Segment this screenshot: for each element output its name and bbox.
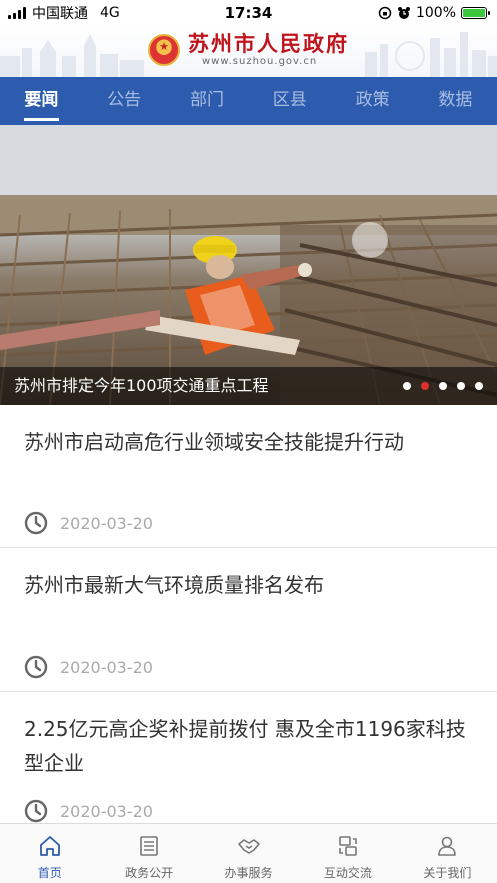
- carousel-dot[interactable]: [403, 382, 411, 390]
- alarm-icon: [397, 7, 410, 19]
- nav-home[interactable]: 首页: [0, 824, 99, 883]
- network-type: 4G: [100, 5, 120, 21]
- carousel-dots: [403, 382, 483, 390]
- battery-percent: 100%: [415, 5, 456, 21]
- app-header: 苏州市人民政府 www.suzhou.gov.cn: [0, 26, 497, 77]
- nav-government-affairs[interactable]: 政务公开: [99, 824, 198, 883]
- site-url: www.suzhou.gov.cn: [202, 56, 318, 67]
- logo: 苏州市人民政府 www.suzhou.gov.cn: [148, 32, 349, 68]
- status-bar: 中国联通 4G 17:34 100%: [0, 0, 497, 26]
- news-title: 苏州市最新大气环境质量排名发布: [24, 573, 324, 597]
- carousel-dot[interactable]: [439, 382, 447, 390]
- signal-icon: [8, 7, 26, 19]
- news-item[interactable]: 苏州市最新大气环境质量排名发布 2020-03-20: [0, 548, 497, 692]
- rotation-lock-icon: [378, 6, 392, 20]
- carousel-dot[interactable]: [457, 382, 465, 390]
- nav-about[interactable]: 关于我们: [398, 824, 497, 883]
- handshake-icon: [237, 839, 260, 854]
- news-title: 苏州市启动高危行业领域安全技能提升行动: [24, 430, 404, 454]
- news-item[interactable]: 2.25亿元高企奖补提前拨付 惠及全市1196家科技型企业 2020-03-20: [0, 692, 497, 824]
- bottom-nav: 首页 政务公开 办事服务 互动交流 关于我们: [0, 823, 497, 883]
- clock-icon: [24, 655, 48, 679]
- news-date: 2020-03-20: [60, 657, 153, 677]
- carrier-name: 中国联通: [32, 6, 88, 22]
- nav-label: 关于我们: [423, 866, 472, 880]
- news-meta: 2020-03-20: [24, 655, 153, 679]
- status-right: 100%: [378, 5, 490, 21]
- nav-interaction[interactable]: 互动交流: [298, 824, 397, 883]
- news-date: 2020-03-20: [60, 801, 153, 821]
- tab-data[interactable]: 数据: [414, 77, 497, 125]
- news-item[interactable]: 苏州市启动高危行业领域安全技能提升行动 2020-03-20: [0, 405, 497, 548]
- nav-services[interactable]: 办事服务: [199, 824, 298, 883]
- user-icon: [438, 836, 457, 856]
- banner-image: [0, 125, 497, 405]
- news-list: 苏州市启动高危行业领域安全技能提升行动 2020-03-20 苏州市最新大气环境…: [0, 405, 497, 824]
- tab-districts[interactable]: 区县: [248, 77, 331, 125]
- home-icon: [39, 836, 60, 856]
- news-meta: 2020-03-20: [24, 511, 153, 535]
- nav-label: 首页: [37, 866, 62, 880]
- nav-label: 办事服务: [224, 866, 273, 880]
- tab-departments[interactable]: 部门: [166, 77, 249, 125]
- status-left: 中国联通 4G: [8, 3, 120, 23]
- news-title: 2.25亿元高企奖补提前拨付 惠及全市1196家科技型企业: [24, 717, 466, 775]
- clock-icon: [24, 511, 48, 535]
- carousel-dot[interactable]: [475, 382, 483, 390]
- document-icon: [140, 836, 158, 856]
- clock-icon: [24, 799, 48, 823]
- banner-carousel[interactable]: 苏州市排定今年100项交通重点工程: [0, 125, 497, 405]
- tab-announcements[interactable]: 公告: [83, 77, 166, 125]
- exchange-icon: [339, 836, 357, 856]
- carousel-dot[interactable]: [421, 382, 429, 390]
- tab-news[interactable]: 要闻: [0, 77, 83, 125]
- category-tabs: 要闻 公告 部门 区县 政策 数据: [0, 77, 497, 125]
- national-emblem-icon: [148, 34, 180, 66]
- battery-icon: [461, 7, 490, 19]
- news-date: 2020-03-20: [60, 513, 153, 533]
- site-title: 苏州市人民政府: [188, 31, 349, 56]
- nav-label: 政务公开: [125, 866, 174, 880]
- tab-policies[interactable]: 政策: [331, 77, 414, 125]
- nav-label: 互动交流: [323, 866, 372, 880]
- news-meta: 2020-03-20: [24, 799, 153, 823]
